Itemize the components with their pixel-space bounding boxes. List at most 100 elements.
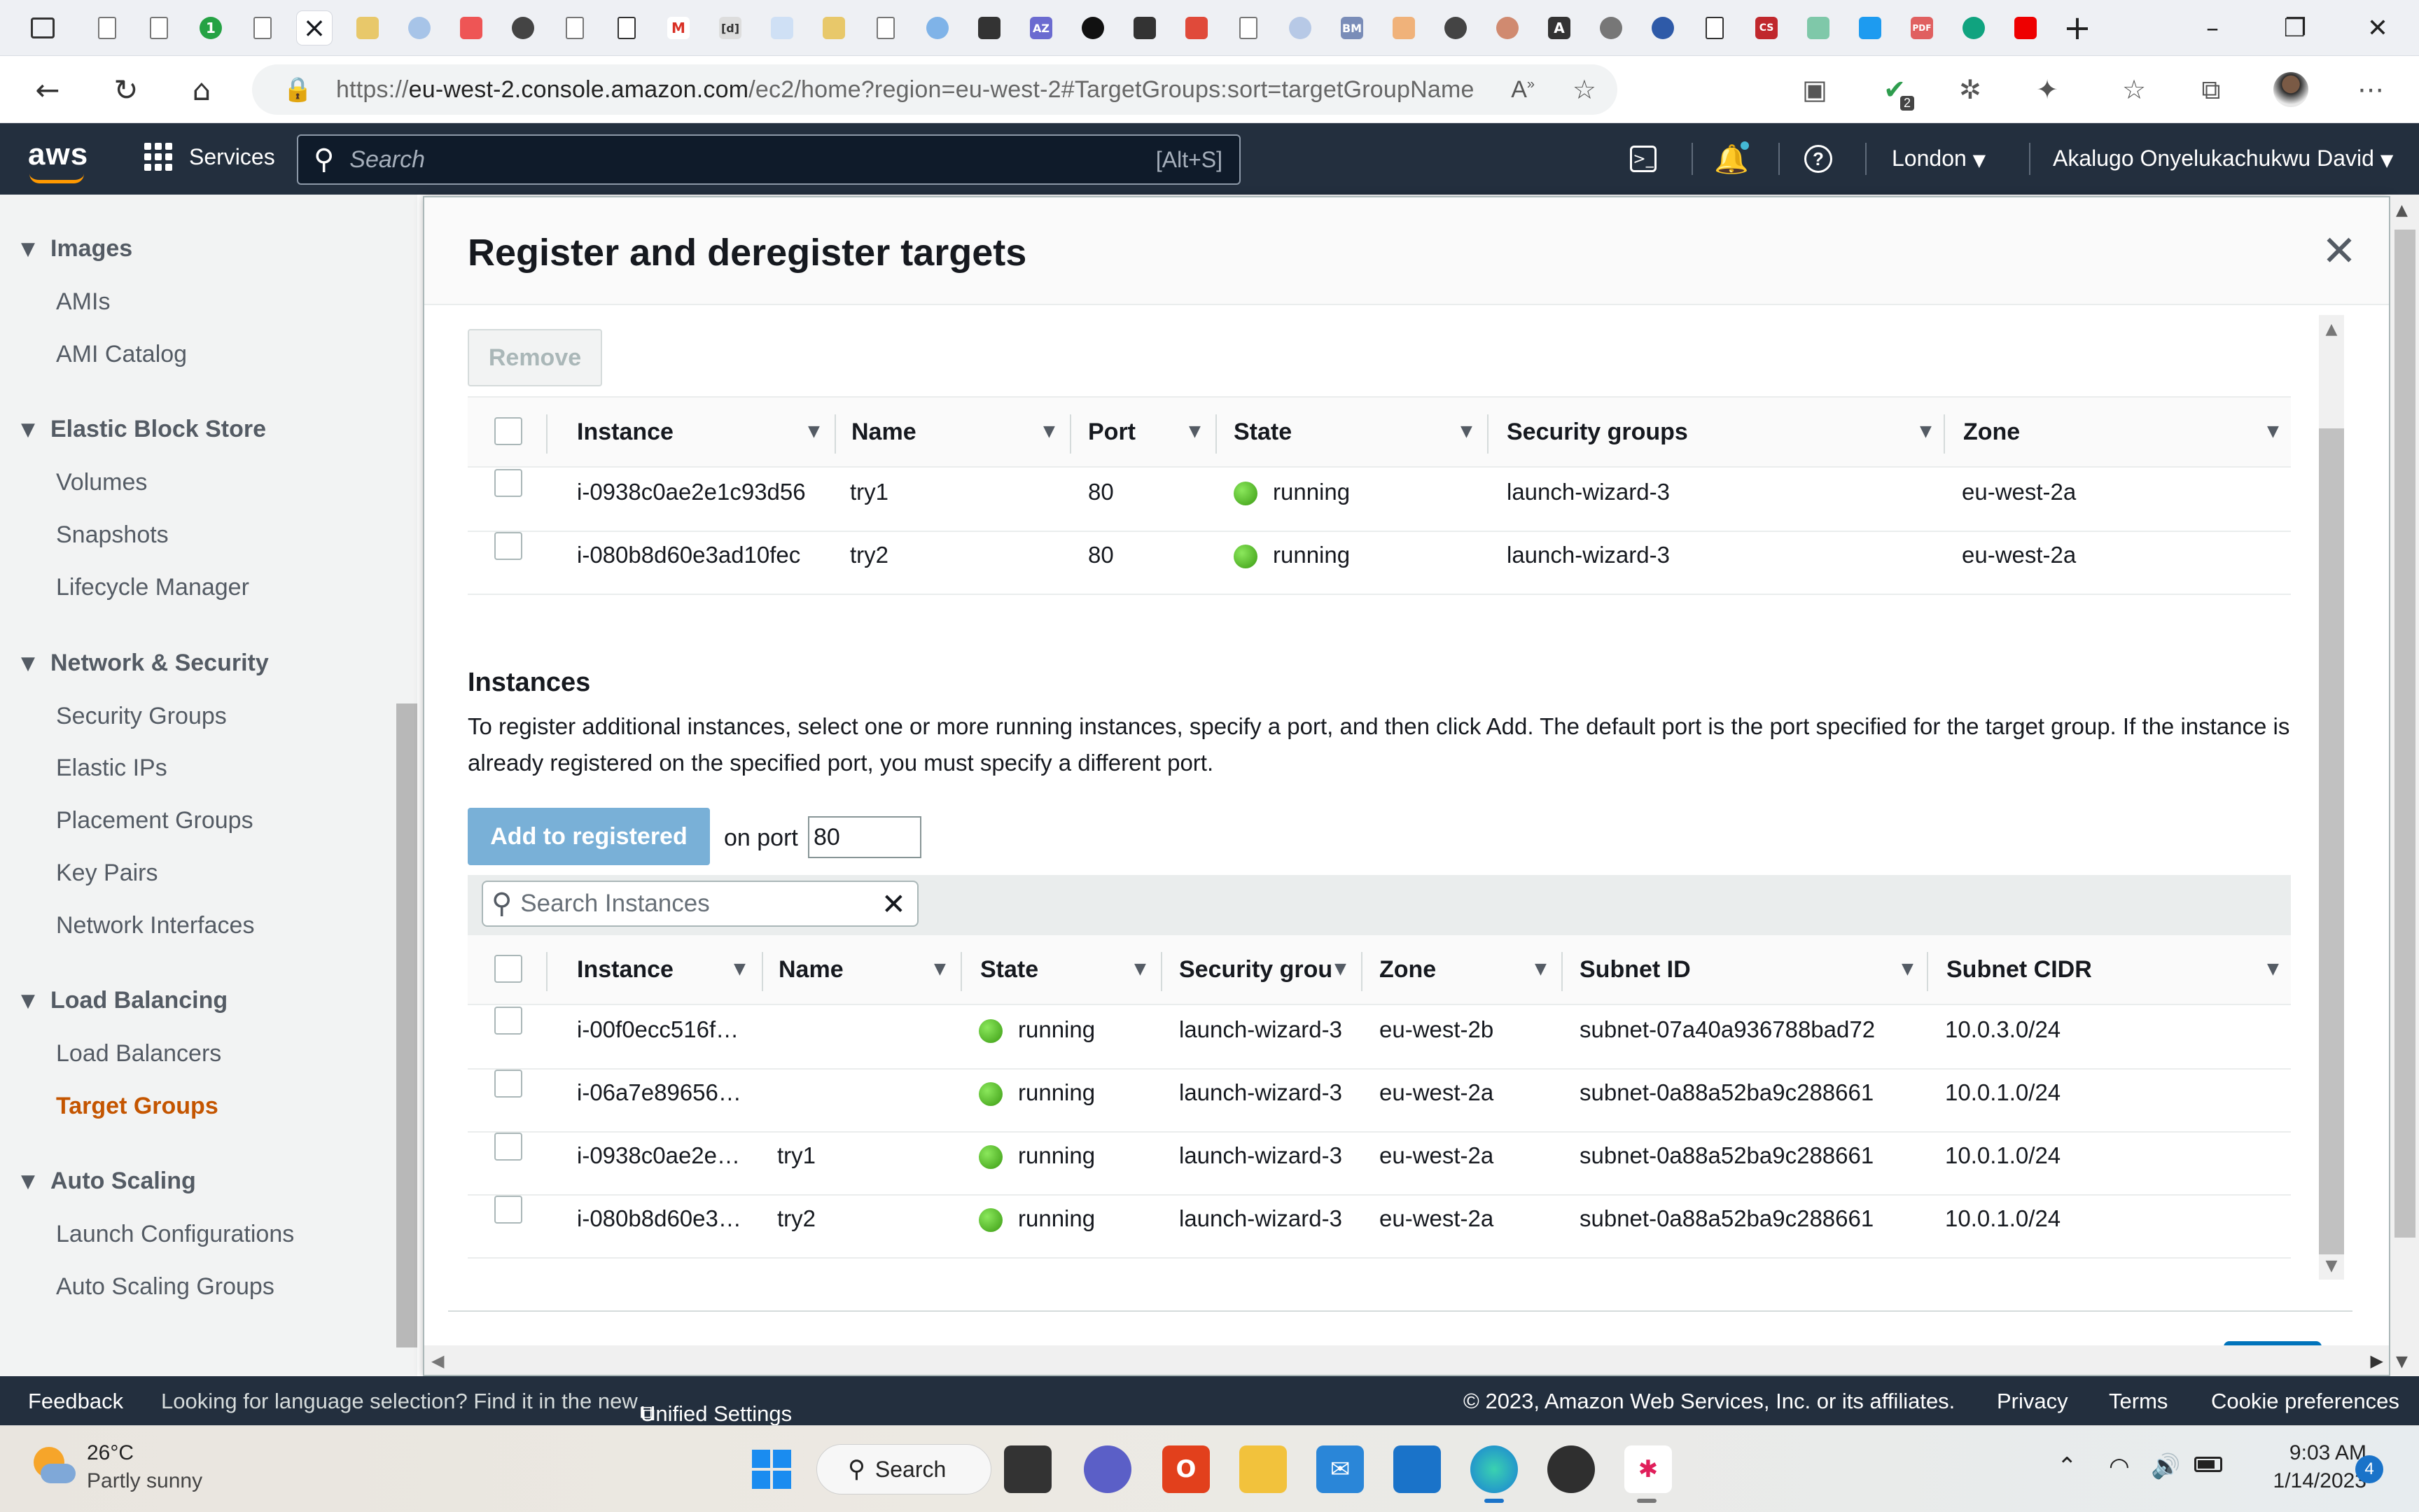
scroll-up-icon[interactable]: ▲ bbox=[2319, 316, 2344, 342]
tab-page-6[interactable] bbox=[557, 11, 592, 45]
table-row[interactable]: i-0938c0ae2e… try1 running launch-wizard… bbox=[468, 1133, 2291, 1196]
file-explorer-icon[interactable] bbox=[1239, 1446, 1287, 1493]
tab-page-2[interactable] bbox=[141, 11, 176, 45]
tab-page-12[interactable] bbox=[972, 11, 1007, 45]
sort-caret-icon[interactable]: ▼ bbox=[2267, 423, 2279, 440]
row-checkbox[interactable] bbox=[494, 1007, 522, 1035]
clock-date[interactable]: 1/14/2023 bbox=[2261, 1469, 2366, 1493]
sidebar-section-auto-scaling[interactable]: ▼ Auto Scaling bbox=[21, 1168, 196, 1195]
edge-browser-icon[interactable] bbox=[1470, 1446, 1518, 1493]
tab-page-15[interactable] bbox=[1127, 11, 1162, 45]
add-favorite-icon[interactable]: ☆ bbox=[1573, 74, 1596, 105]
office-icon[interactable]: O bbox=[1162, 1446, 1210, 1493]
account-menu[interactable]: Akalugo Onyelukachukwu David ▼ bbox=[2053, 146, 2393, 172]
aws-logo[interactable]: aws bbox=[28, 137, 88, 172]
tab-page-8[interactable]: [d] bbox=[713, 11, 748, 45]
slack-icon[interactable]: ✱ bbox=[1624, 1446, 1672, 1493]
tab-page-13[interactable]: AZ bbox=[1024, 11, 1059, 45]
column-header-security-groups[interactable]: Security grou bbox=[1179, 956, 1340, 983]
new-tab-icon[interactable]: + bbox=[2060, 8, 2095, 48]
tab-youtube-2[interactable] bbox=[2008, 11, 2043, 45]
sidebar-item-auto-scaling-groups[interactable]: Auto Scaling Groups bbox=[56, 1273, 274, 1301]
tab-page-17[interactable] bbox=[1231, 11, 1266, 45]
wifi-icon[interactable]: ◠ bbox=[2109, 1452, 2130, 1480]
tab-page-7[interactable] bbox=[609, 11, 644, 45]
tab-whatsapp[interactable]: 1 bbox=[193, 11, 228, 45]
select-all-checkbox[interactable] bbox=[494, 417, 522, 445]
column-header-name[interactable]: Name bbox=[779, 956, 844, 983]
sort-caret-icon[interactable]: ▼ bbox=[1334, 960, 1346, 978]
row-checkbox[interactable] bbox=[494, 1133, 522, 1161]
teams-chat-icon[interactable] bbox=[1084, 1446, 1131, 1493]
collections-icon[interactable]: ⧉ bbox=[2190, 69, 2232, 111]
tab-pdf[interactable]: PDF bbox=[1904, 11, 1939, 45]
scroll-right-icon[interactable]: ▶ bbox=[2371, 1351, 2383, 1371]
add-to-registered-button[interactable]: Add to registered bbox=[468, 808, 710, 865]
refresh-icon[interactable]: ↻ bbox=[105, 69, 147, 111]
aws-search-input[interactable]: ⚲ Search [Alt+S] bbox=[297, 134, 1241, 185]
page-scrollbar[interactable]: ▲ ▼ bbox=[2390, 195, 2419, 1376]
cookie-preferences-link[interactable]: Cookie preferences bbox=[2211, 1389, 2399, 1414]
page-scroll-up-icon[interactable]: ▲ bbox=[2396, 202, 2408, 219]
sort-caret-icon[interactable]: ▼ bbox=[808, 423, 820, 440]
close-tab-icon[interactable]: × bbox=[302, 12, 326, 44]
tab-actions-icon[interactable] bbox=[25, 11, 60, 45]
sidebar-section-network-security[interactable]: ▼ Network & Security bbox=[21, 650, 269, 677]
tab-page-16[interactable] bbox=[1179, 11, 1214, 45]
sidebar-item-network-interfaces[interactable]: Network Interfaces bbox=[56, 912, 254, 939]
tab-page-5[interactable] bbox=[402, 11, 437, 45]
tab-page-23[interactable] bbox=[1594, 11, 1629, 45]
address-bar[interactable]: 🔒 https://eu-west-2.console.amazon.com/e… bbox=[252, 64, 1617, 115]
weather-temperature[interactable]: 26°C bbox=[87, 1441, 134, 1465]
tab-page-9[interactable] bbox=[765, 11, 800, 45]
sort-caret-icon[interactable]: ▼ bbox=[934, 960, 946, 978]
tab-twitter[interactable] bbox=[1853, 11, 1888, 45]
clear-search-icon[interactable]: ✕ bbox=[881, 887, 906, 921]
column-header-port[interactable]: Port bbox=[1088, 419, 1136, 446]
scroll-left-icon[interactable]: ◀ bbox=[431, 1351, 444, 1371]
sidebar-item-snapshots[interactable]: Snapshots bbox=[56, 522, 169, 549]
tab-page-27[interactable] bbox=[1801, 11, 1836, 45]
restore-icon[interactable]: ❐ bbox=[2254, 0, 2336, 56]
sidebar-item-load-balancers[interactable]: Load Balancers bbox=[56, 1040, 221, 1068]
tab-chatgpt[interactable] bbox=[1956, 11, 1991, 45]
page-scroll-down-icon[interactable]: ▼ bbox=[2396, 1353, 2408, 1371]
region-selector[interactable]: London ▼ bbox=[1892, 146, 1986, 172]
column-header-state[interactable]: State bbox=[1234, 419, 1292, 446]
tab-github-2[interactable] bbox=[1438, 11, 1473, 45]
tab-page-11[interactable] bbox=[868, 11, 903, 45]
sidebar-section-load-balancing[interactable]: ▼ Load Balancing bbox=[21, 987, 228, 1014]
tab-page-19[interactable]: BM bbox=[1334, 11, 1369, 45]
table-row[interactable]: i-06a7e89656… running launch-wizard-3 eu… bbox=[468, 1070, 2291, 1133]
sidebar-section-ebs[interactable]: ▼ Elastic Block Store bbox=[21, 416, 266, 443]
column-header-zone[interactable]: Zone bbox=[1963, 419, 2020, 446]
clock-time[interactable]: 9:03 AM bbox=[2261, 1441, 2366, 1465]
tab-gmail[interactable]: M bbox=[661, 11, 696, 45]
column-header-subnet-cidr[interactable]: Subnet CIDR bbox=[1946, 956, 2092, 983]
table-row[interactable]: i-080b8d60e3ad10fec try2 80 running laun… bbox=[468, 532, 2291, 595]
more-menu-icon[interactable]: ⋯ bbox=[2350, 69, 2392, 111]
sort-caret-icon[interactable]: ▼ bbox=[1043, 423, 1055, 440]
notifications-icon[interactable]: 🔔 bbox=[1713, 140, 1750, 178]
weather-description[interactable]: Partly sunny bbox=[87, 1469, 202, 1493]
sort-caret-icon[interactable]: ▼ bbox=[2267, 960, 2279, 978]
services-menu[interactable]: Services bbox=[144, 143, 275, 171]
sidebar-scroll-thumb[interactable] bbox=[396, 704, 417, 1348]
sidebar-item-launch-configurations[interactable]: Launch Configurations bbox=[56, 1221, 294, 1248]
column-header-security-groups[interactable]: Security groups bbox=[1507, 419, 1688, 446]
horizontal-scrollbar[interactable]: ◀ ▶ bbox=[424, 1345, 2389, 1375]
tab-page-18[interactable] bbox=[1283, 11, 1318, 45]
sort-caret-icon[interactable]: ▼ bbox=[1134, 960, 1146, 978]
sort-caret-icon[interactable]: ▼ bbox=[1535, 960, 1547, 978]
home-icon[interactable]: ⌂ bbox=[181, 69, 223, 111]
terms-link[interactable]: Terms bbox=[2109, 1389, 2168, 1414]
tab-github[interactable] bbox=[506, 11, 541, 45]
tab-youtube[interactable] bbox=[454, 11, 489, 45]
feedback-link[interactable]: Feedback bbox=[28, 1389, 123, 1414]
help-icon[interactable]: ? bbox=[1799, 140, 1837, 178]
tab-page-21[interactable] bbox=[1490, 11, 1525, 45]
microsoft-store-icon[interactable] bbox=[1393, 1446, 1441, 1493]
sidebar-item-volumes[interactable]: Volumes bbox=[56, 469, 147, 496]
sidebar-item-elastic-ips[interactable]: Elastic IPs bbox=[56, 755, 167, 782]
tab-page-26[interactable]: CS bbox=[1749, 11, 1784, 45]
